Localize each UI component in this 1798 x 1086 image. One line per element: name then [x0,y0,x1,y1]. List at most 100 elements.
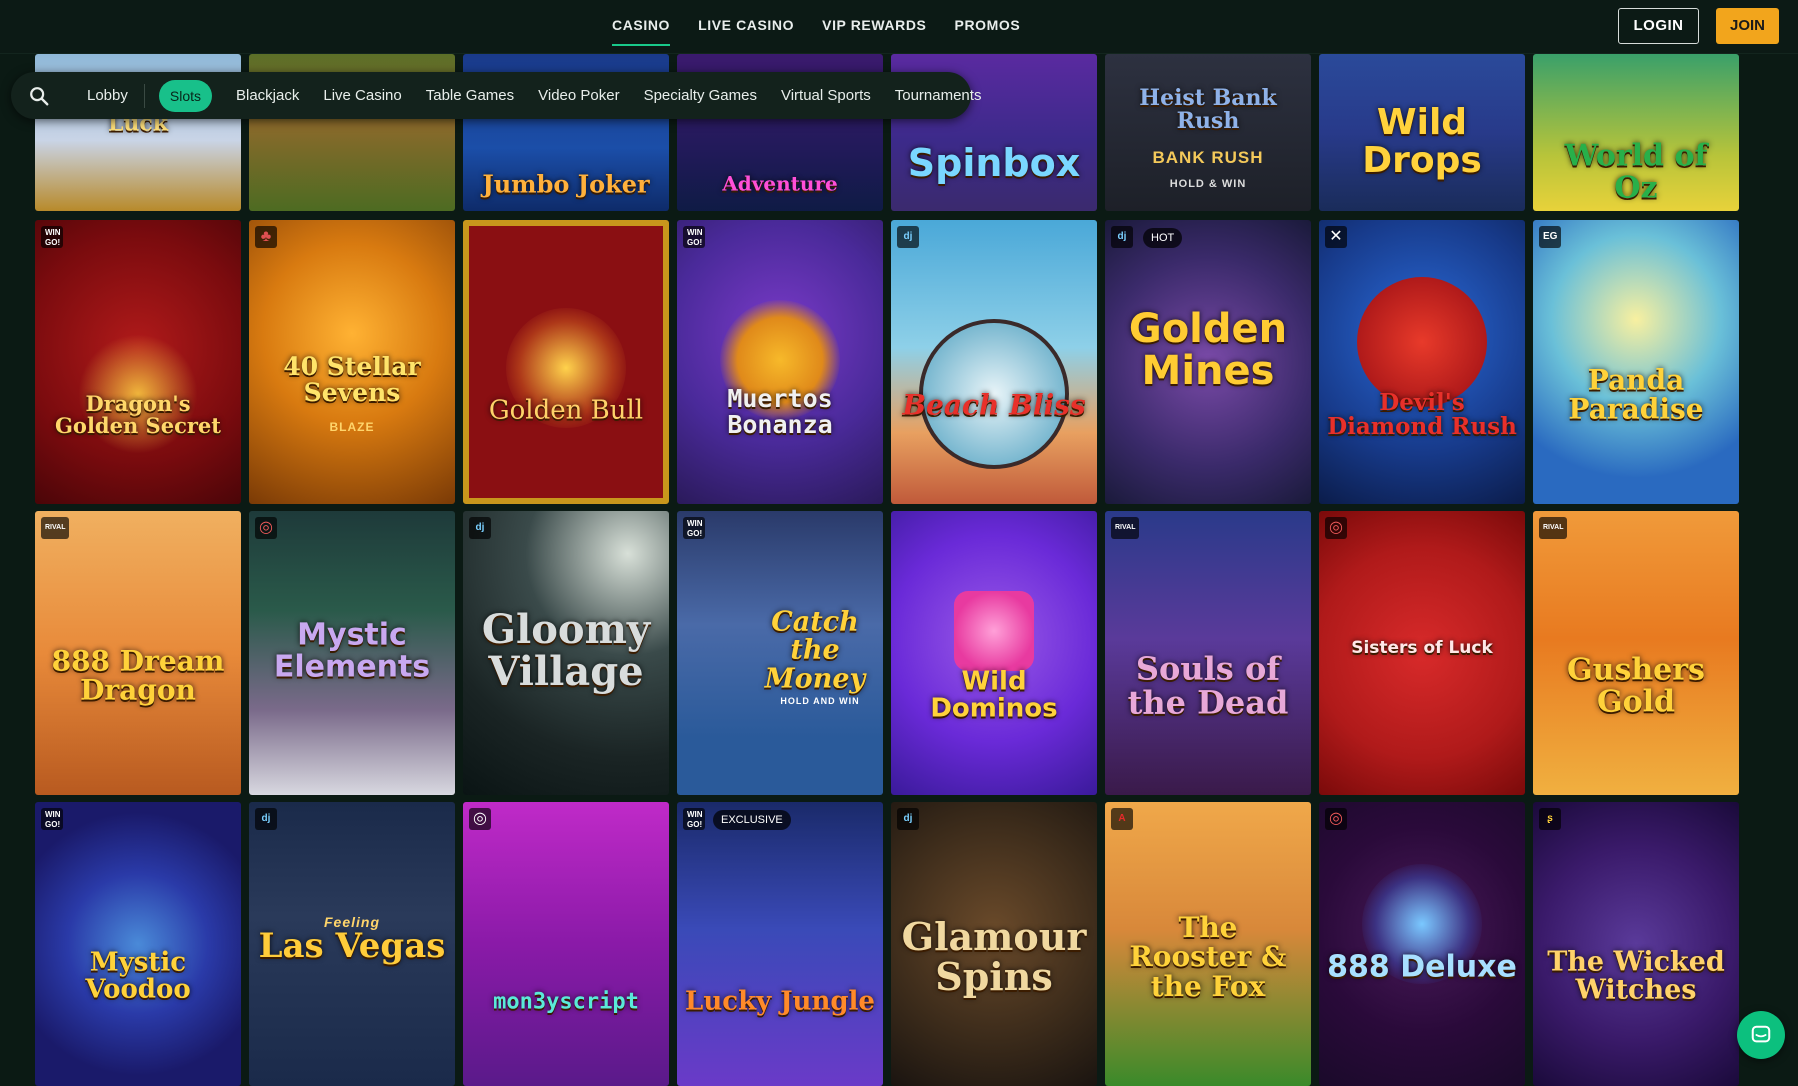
nav-promos[interactable]: PROMOS [955,0,1021,46]
game-title: Gushers Gold [1567,652,1705,719]
provider-badge: RIVAL [1539,517,1568,539]
filter-divider [143,83,145,108]
game-tile[interactable]: ʂ The Wicked Witches [1533,802,1739,1086]
provider-badge: WIN GO! [41,226,63,248]
nav-live-casino[interactable]: LIVE CASINO [698,0,794,46]
game-tile[interactable]: dj Glamour Spins [891,802,1097,1086]
game-title: Golden Mines [1128,306,1288,394]
game-title: World of Oz [1564,138,1708,205]
game-tile[interactable]: RIVAL Gushers Gold [1533,511,1739,795]
filter-virtual-sports[interactable]: Virtual Sports [781,87,871,104]
game-title: Dragon's Golden Secret [55,390,221,438]
filter-slots[interactable]: Slots [158,79,212,112]
game-tile[interactable]: dj HOT Golden Mines [1105,220,1311,504]
filter-lobby[interactable]: Lobby [87,87,128,104]
game-title: Las Vegas [258,926,446,967]
game-subtitle: BLAZE [329,420,375,434]
game-title: Souls of the Dead [1127,649,1289,721]
provider-badge: ✕ [1325,226,1347,248]
provider-badge: WIN GO! [683,517,705,539]
game-tile[interactable]: ◎ 888 Deluxe [1319,802,1525,1086]
game-tile[interactable]: WIN GO! Catch the Money HOLD AND WIN [677,511,883,795]
filter-blackjack[interactable]: Blackjack [236,87,299,104]
filter-video-poker[interactable]: Video Poker [538,87,619,104]
game-grid: Luck Jumbo Joker Adventure Spinbox Heist… [35,0,1741,1086]
filter-tournaments[interactable]: Tournaments [895,87,982,104]
game-title: Golden Bull [488,395,644,426]
game-title: Beach Bliss [902,388,1086,422]
game-tile[interactable]: ✕ Devil's Diamond Rush [1319,220,1525,504]
game-title: 888 Dream Dragon [51,644,225,707]
game-title: mon3yscript [493,989,639,1015]
game-tile[interactable]: ◎ mon3yscript [463,802,669,1086]
game-title: Mystic Elements [273,617,431,684]
game-art [954,590,1034,671]
game-title: Wild Dominos [930,666,1058,724]
provider-badge: EG [1539,226,1562,248]
provider-badge: dj [1111,226,1133,248]
game-title: 888 Deluxe [1327,949,1517,985]
login-button[interactable]: LOGIN [1618,8,1699,44]
search-icon[interactable] [28,85,50,107]
nav-casino[interactable]: CASINO [612,0,671,46]
game-tile[interactable]: Wild Drops [1319,54,1525,211]
provider-badge: WIN GO! [683,226,705,248]
provider-badge: ◎ [1325,517,1347,539]
provider-badge: WIN GO! [683,808,705,830]
nav-vip-rewards[interactable]: VIP REWARDS [822,0,926,46]
main-nav: CASINO LIVE CASINO VIP REWARDS PROMOS [598,0,1034,54]
game-tile[interactable]: dj Feeling Las Vegas [249,802,455,1086]
top-navigation-bar: CASINO LIVE CASINO VIP REWARDS PROMOS LO… [0,0,1798,54]
provider-badge: dj [469,517,491,539]
game-tile[interactable]: Golden Bull [463,220,669,504]
provider-badge: dj [255,808,277,830]
game-tile[interactable]: dj Gloomy Village [463,511,669,795]
provider-badge: RIVAL [1111,517,1140,539]
game-tile[interactable]: Heist Bank Rush BANK RUSH HOLD & WIN [1105,54,1311,211]
game-tile[interactable]: ◎ Sisters of Luck [1319,511,1525,795]
hot-tag: HOT [1143,228,1183,248]
provider-badge: ʂ [1539,808,1561,830]
join-button[interactable]: JOIN [1716,8,1779,44]
game-tile[interactable]: Wild Dominos [891,511,1097,795]
game-title: Panda Paradise [1568,363,1704,426]
game-title: Spinbox [907,141,1081,186]
game-subtitle: HOLD AND WIN [780,696,860,706]
game-tile[interactable]: dj Beach Bliss [891,220,1097,504]
filter-live-casino[interactable]: Live Casino [323,87,401,104]
game-title: Lucky Jungle [685,986,875,1017]
chat-icon [1751,1025,1771,1043]
game-subtitle: BANK RUSH [1152,148,1264,167]
game-title: Devil's Diamond Rush [1327,388,1517,440]
provider-badge: ◎ [469,808,491,830]
game-title: Sisters of Luck [1351,638,1493,659]
filter-specialty-games[interactable]: Specialty Games [644,87,757,104]
provider-badge: ◎ [1325,808,1347,830]
live-chat-button[interactable] [1737,1011,1785,1059]
category-filter-bar: Lobby Slots Blackjack Live Casino Table … [11,72,981,119]
game-tile[interactable]: EG Panda Paradise [1533,220,1739,504]
game-tile[interactable]: ◎ Mystic Elements [249,511,455,795]
exclusive-tag: EXCLUSIVE [713,810,791,830]
game-tile[interactable]: WIN GO! Muertos Bonanza [677,220,883,504]
game-tile[interactable]: WIN GO! Dragon's Golden Secret [35,220,241,504]
game-tile[interactable]: World of Oz [1533,54,1739,211]
game-subtitle: HOLD & WIN [1169,178,1247,190]
game-title: Jumbo Joker [482,169,650,199]
filter-list: Lobby Slots Blackjack Live Casino Table … [75,72,993,119]
game-tile[interactable]: ♣ 40 Stellar Sevens BLAZE [249,220,455,504]
game-title: Glamour Spins [901,914,1087,999]
game-tile[interactable]: WIN GO! Mystic Voodoo [35,802,241,1086]
provider-badge: WIN GO! [41,808,63,830]
game-title: The Rooster & the Fox [1129,910,1287,1003]
game-tile[interactable]: RIVAL 888 Dream Dragon [35,511,241,795]
game-title: Catch the Money [764,606,866,695]
provider-badge: A [1111,808,1133,830]
game-tile[interactable]: RIVAL Souls of the Dead [1105,511,1311,795]
game-tile[interactable]: WIN GO! EXCLUSIVE Lucky Jungle [677,802,883,1086]
provider-badge: ♣ [255,226,277,248]
filter-table-games[interactable]: Table Games [426,87,514,104]
game-tile[interactable]: A The Rooster & the Fox [1105,802,1311,1086]
game-title: The Wicked Witches [1547,946,1725,1006]
game-title: Wild Drops [1362,102,1482,181]
